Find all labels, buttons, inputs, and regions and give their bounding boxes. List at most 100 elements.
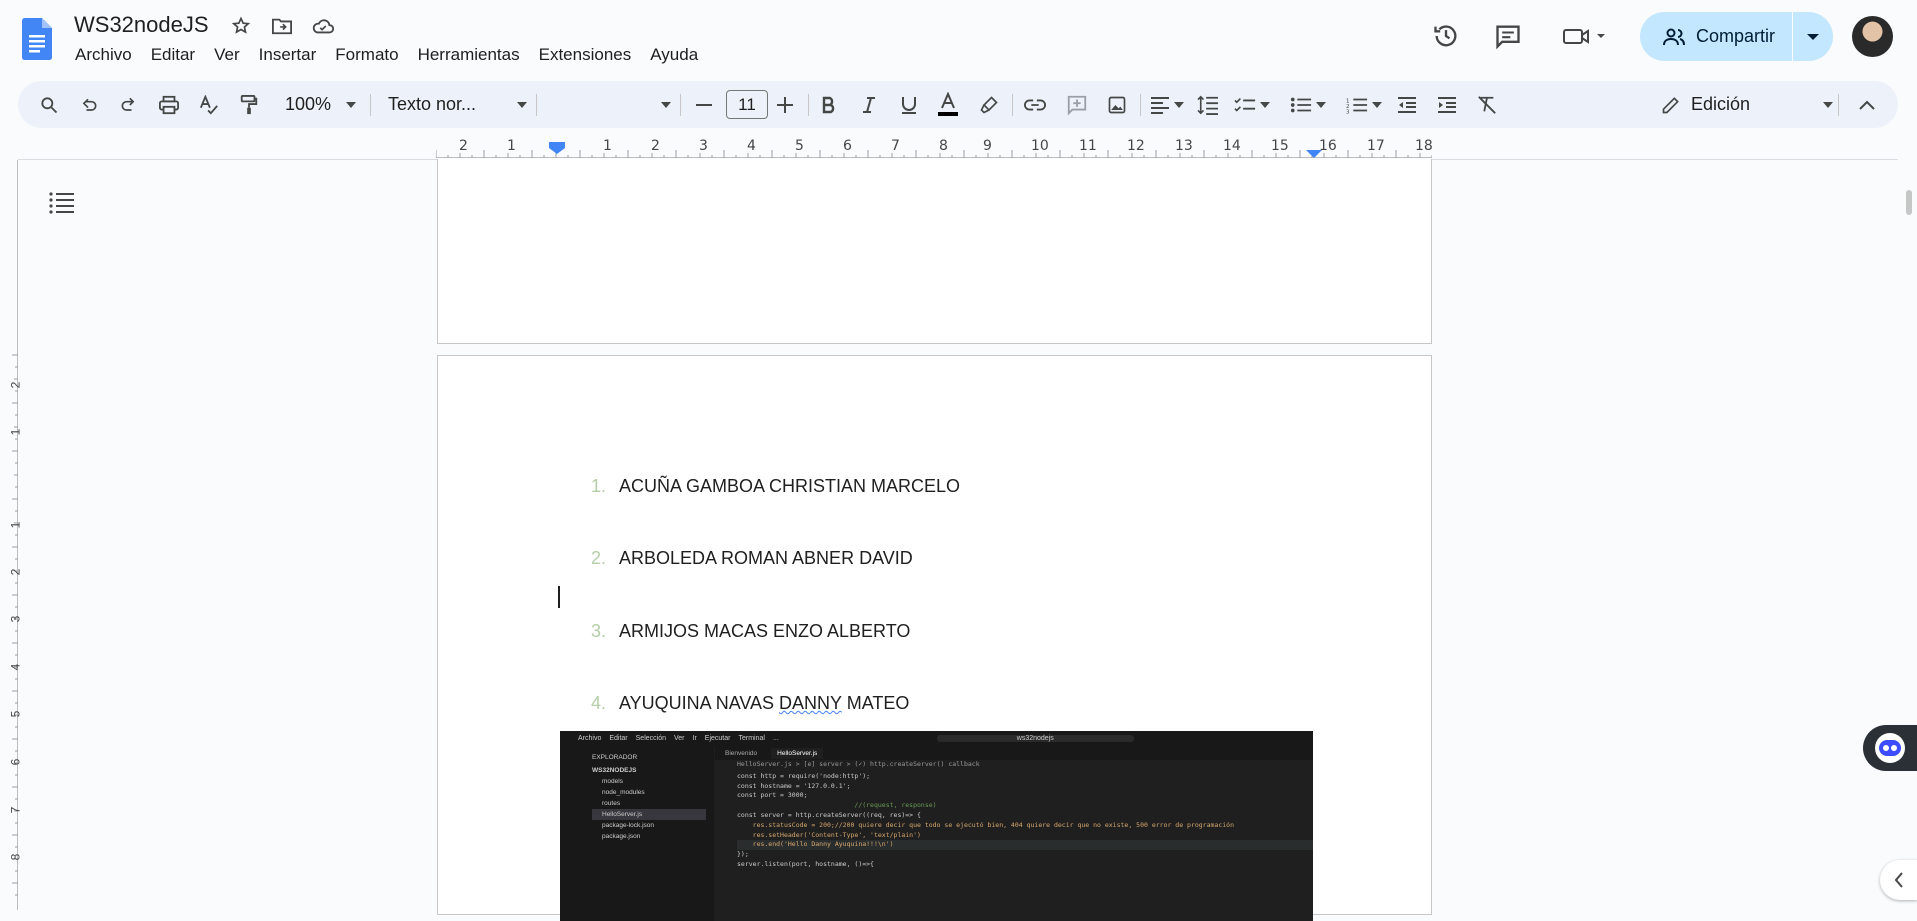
vertical-scrollbar-thumb[interactable] <box>1906 190 1912 215</box>
toolbar-divider <box>536 94 537 116</box>
star-icon[interactable] <box>229 14 253 38</box>
user-avatar[interactable] <box>1852 16 1893 57</box>
code-line: server.listen(port, hostname, ()=>{ <box>737 859 874 868</box>
decrease-font-size-icon[interactable] <box>690 81 718 128</box>
vscode-activity-bar <box>560 746 584 921</box>
align-select[interactable] <box>1146 81 1188 128</box>
vertical-ruler-ticks <box>12 354 18 896</box>
vertical-ruler-number: 6 <box>8 758 23 766</box>
google-docs-logo-icon[interactable] <box>22 18 52 60</box>
menu-insertar[interactable]: Insertar <box>259 45 326 65</box>
code-line: const hostname = '127.0.0.1'; <box>737 781 851 790</box>
document-page[interactable] <box>437 159 1432 344</box>
toolbar-divider <box>1838 94 1839 116</box>
highlight-color-icon[interactable] <box>974 81 1004 128</box>
line-spacing-icon[interactable] <box>1192 81 1224 128</box>
list-item[interactable]: 4. AYUQUINA NAVAS DANNY MATEO <box>588 693 909 714</box>
clear-formatting-icon[interactable] <box>1472 81 1502 128</box>
side-panel-toggle-chevron-left-icon[interactable] <box>1880 860 1917 900</box>
vscode-menu-item: Selección <box>635 735 666 742</box>
list-item[interactable]: 2. ARBOLEDA ROMAN ABNER DAVID <box>588 548 913 569</box>
list-number: 2. <box>590 548 606 568</box>
menu-ver[interactable]: Ver <box>214 45 249 65</box>
cloud-saved-icon[interactable] <box>311 14 335 38</box>
assistant-bot-button[interactable] <box>1863 725 1917 771</box>
list-item[interactable]: 3. ARMIJOS MACAS ENZO ALBERTO <box>588 621 910 642</box>
vscode-menu-item: Editar <box>609 735 628 742</box>
list-number: 3. <box>590 621 606 641</box>
list-number: 4. <box>590 693 606 713</box>
ruler-number: 2 <box>651 138 660 154</box>
insert-link-icon[interactable] <box>1020 81 1050 128</box>
underline-icon[interactable] <box>894 81 924 128</box>
toolbar-divider <box>808 94 809 116</box>
redo-icon[interactable] <box>114 81 144 128</box>
share-dropdown-button[interactable] <box>1793 32 1833 42</box>
horizontal-ruler[interactable]: 2 1 1 2 3 4 5 6 7 8 9 10 11 12 13 14 15 … <box>436 138 1433 158</box>
menu-editar[interactable]: Editar <box>151 45 204 65</box>
menu-herramientas[interactable]: Herramientas <box>418 45 529 65</box>
comments-icon[interactable] <box>1492 20 1524 52</box>
toolbar-divider <box>370 94 371 116</box>
increase-font-size-icon[interactable] <box>770 81 800 128</box>
text-color-icon[interactable] <box>932 81 964 128</box>
hide-menus-chevron-up-icon[interactable] <box>1852 81 1882 128</box>
list-item[interactable]: 1. ACUÑA GAMBOA CHRISTIAN MARCELO <box>588 476 960 497</box>
code-line: res.setHeader('Content-Type', 'text/plai… <box>737 830 921 839</box>
font-size-input[interactable]: 11 <box>726 90 768 119</box>
vertical-ruler-number: 5 <box>8 710 23 718</box>
chevron-down-icon <box>1260 101 1270 108</box>
chevron-down-icon <box>661 101 671 108</box>
list-text-part: AYUQUINA NAVAS <box>619 693 780 713</box>
italic-icon[interactable] <box>854 81 884 128</box>
numbered-list-select[interactable]: 123 <box>1342 81 1386 128</box>
document-title[interactable]: WS32nodeJS <box>74 12 209 38</box>
toolbar-divider <box>1140 94 1141 116</box>
paint-format-icon[interactable] <box>234 81 264 128</box>
spelling-check-icon[interactable] <box>194 81 224 128</box>
code-line: res.end('Hello Danny Ayuquina!!!\n') <box>737 840 1313 851</box>
font-family-select[interactable] <box>544 81 672 128</box>
toolbar-divider <box>680 94 681 116</box>
formatting-toolbar: 100% Texto nor... 11 1 2 3 Edición <box>18 81 1898 128</box>
spelling-underlined-word[interactable]: DANNY <box>779 693 842 713</box>
list-text-part: MATEO <box>841 693 910 713</box>
move-folder-icon[interactable] <box>270 14 294 38</box>
explorer-item: package.json <box>602 833 641 840</box>
increase-indent-icon[interactable] <box>1432 81 1462 128</box>
ruler-number: 9 <box>983 138 992 154</box>
decrease-indent-icon[interactable] <box>1392 81 1422 128</box>
vertical-ruler[interactable]: 2 1 1 2 3 4 5 6 7 8 <box>8 160 22 910</box>
vertical-ruler-number: 7 <box>8 806 23 814</box>
bold-icon[interactable] <box>814 81 844 128</box>
paragraph-style-select[interactable]: Texto nor... <box>388 81 528 128</box>
bulleted-list-select[interactable] <box>1286 81 1330 128</box>
add-comment-icon[interactable] <box>1062 81 1092 128</box>
explorer-item: node_modules <box>602 789 645 796</box>
explorer-item: routes <box>602 800 621 807</box>
menu-archivo[interactable]: Archivo <box>75 45 141 65</box>
menu-extensiones[interactable]: Extensiones <box>539 45 641 65</box>
list-text: ARMIJOS MACAS ENZO ALBERTO <box>619 621 911 641</box>
version-history-icon[interactable] <box>1430 20 1462 52</box>
zoom-select[interactable]: 100% <box>280 81 362 128</box>
embedded-code-screenshot-image[interactable]: Archivo Editar Selección Ver Ir Ejecutar… <box>560 731 1313 921</box>
undo-icon[interactable] <box>74 81 104 128</box>
ruler-number: 11 <box>1079 138 1097 154</box>
editing-mode-select[interactable]: Edición <box>1661 81 1834 128</box>
vscode-menu-item: ... <box>772 735 779 742</box>
menu-ayuda[interactable]: Ayuda <box>650 45 707 65</box>
document-outline-icon[interactable] <box>48 190 76 214</box>
ruler-number: 16 <box>1319 138 1337 154</box>
checklist-select[interactable] <box>1230 81 1274 128</box>
print-icon[interactable] <box>154 81 184 128</box>
chevron-down-icon <box>1316 101 1326 108</box>
document-page[interactable]: 1. ACUÑA GAMBOA CHRISTIAN MARCELO 2. ARB… <box>437 355 1432 921</box>
meet-camera-icon[interactable] <box>1560 20 1610 52</box>
share-label: Compartir <box>1696 26 1776 46</box>
search-menus-icon[interactable] <box>34 81 64 128</box>
menu-formato[interactable]: Formato <box>335 45 407 65</box>
ruler-number: 18 <box>1415 138 1433 154</box>
insert-image-icon[interactable] <box>1102 81 1132 128</box>
share-button[interactable]: Compartir <box>1640 12 1792 61</box>
